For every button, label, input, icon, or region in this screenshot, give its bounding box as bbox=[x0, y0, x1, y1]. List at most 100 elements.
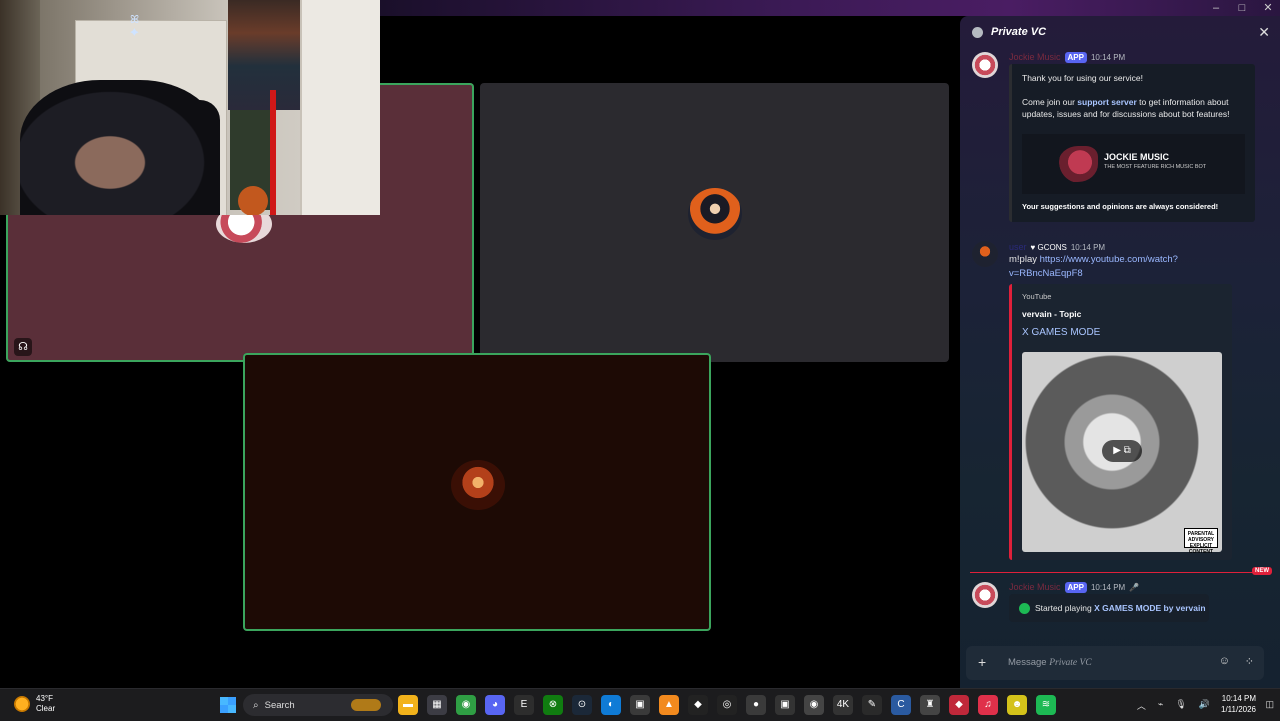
now-playing-card: Started playing X GAMES MODE by vervain bbox=[1009, 594, 1209, 622]
minecraft-icon[interactable]: ▣ bbox=[630, 695, 650, 715]
volume-icon[interactable]: 🔊 bbox=[1199, 699, 1210, 712]
store-icon[interactable]: ▦ bbox=[427, 695, 447, 715]
message: Jockie Music APP 10:14 PM 🎤 Started play… bbox=[960, 580, 1280, 630]
message-meta: Jockie Music APP 10:14 PM 🎤 bbox=[1009, 580, 1139, 594]
avatar[interactable] bbox=[972, 582, 998, 608]
timestamp: 10:14 PM bbox=[1090, 52, 1126, 62]
song-link[interactable]: X GAMES MODE by vervain bbox=[1094, 603, 1205, 613]
avatar[interactable] bbox=[972, 52, 998, 78]
mic-icon: 🎤 bbox=[1129, 582, 1140, 592]
message-meta: user ♥ GCONS 10:14 PM bbox=[1009, 240, 1105, 254]
jockie-logo-icon bbox=[1058, 146, 1098, 182]
maximize-button[interactable]: □ bbox=[1236, 0, 1248, 16]
steam-icon[interactable]: ⊙ bbox=[572, 695, 592, 715]
avatar bbox=[451, 460, 505, 510]
epic-icon[interactable]: E bbox=[514, 695, 534, 715]
app-c-icon[interactable]: ◉ bbox=[804, 695, 824, 715]
emoji-icon[interactable]: ☺ bbox=[1219, 655, 1230, 667]
voice-tile-streamer[interactable] bbox=[243, 353, 711, 631]
message-content: m!play https://www.youtube.com/watch?v=R… bbox=[1009, 254, 1178, 279]
now-playing-text: Started playing X GAMES MODE by vervain bbox=[1035, 603, 1206, 613]
guild-tag: ♥ GCONS bbox=[1030, 242, 1067, 252]
jockie-banner: JOCKIE MUSIC THE MOST FEATURE RICH MUSIC… bbox=[1022, 134, 1245, 194]
temperature: 43°F bbox=[36, 694, 53, 703]
youtube-embed: YouTube vervain - Topic X GAMES MODE ▶ ⧉… bbox=[1009, 284, 1232, 560]
video-thumbnail[interactable]: ▶ ⧉ PARENTAL ADVISORY EXPLICIT CONTENT bbox=[1022, 352, 1222, 555]
search-highlight-icon bbox=[351, 699, 381, 711]
embed-author[interactable]: vervain - Topic bbox=[1022, 309, 1081, 319]
taskbar-search[interactable]: ⌕ Search bbox=[243, 694, 393, 716]
parental-advisory-badge: PARENTAL ADVISORY EXPLICIT CONTENT bbox=[1184, 528, 1218, 555]
timestamp: 10:14 PM bbox=[1090, 582, 1126, 592]
app-d-icon[interactable]: ✎ bbox=[862, 695, 882, 715]
app-badge: APP bbox=[1064, 581, 1087, 593]
embed-provider: YouTube bbox=[1022, 292, 1052, 301]
edge-icon[interactable]: ◐ bbox=[601, 695, 621, 715]
clock[interactable]: 10:14 PM 1/11/2026 bbox=[1221, 693, 1256, 715]
window-controls: – □ ✕ bbox=[1210, 0, 1274, 16]
timestamp: 10:14 PM bbox=[1070, 242, 1106, 252]
chrome-icon[interactable]: ◉ bbox=[456, 695, 476, 715]
webcam-overlay: ꕤ ✦ bbox=[0, 0, 380, 215]
xbox-icon[interactable]: ⊗ bbox=[543, 695, 563, 715]
rec-icon[interactable]: ● bbox=[746, 695, 766, 715]
led-light bbox=[270, 90, 276, 215]
file-explorer-icon[interactable]: ▬ bbox=[398, 695, 418, 715]
app-badge: APP bbox=[1064, 51, 1087, 63]
embed-footer: Your suggestions and opinions are always… bbox=[1022, 202, 1219, 211]
channel-title: Private VC bbox=[991, 26, 1047, 38]
close-icon[interactable]: ✕ bbox=[1258, 24, 1270, 41]
new-badge: NEW bbox=[1252, 567, 1272, 575]
system-tray: ︿ ⌁ 🎙 🔊 bbox=[1137, 699, 1210, 712]
app-f-icon[interactable]: ◆ bbox=[949, 695, 969, 715]
message-composer[interactable]: + Message Private VC ☺ ⁘ bbox=[966, 646, 1264, 680]
avatar[interactable] bbox=[972, 241, 998, 267]
weather-condition: Clear bbox=[36, 704, 56, 713]
notification-icon[interactable]: ◫ bbox=[1265, 699, 1274, 710]
show-hidden-icons[interactable]: ︿ bbox=[1137, 699, 1146, 712]
title-strip bbox=[380, 0, 1280, 16]
spotify-icon bbox=[1019, 603, 1030, 614]
message-input[interactable]: Message Private VC bbox=[1008, 657, 1092, 668]
streamer bbox=[20, 80, 220, 215]
close-window-button[interactable]: ✕ bbox=[1262, 0, 1274, 16]
weather-widget[interactable]: 43°F Clear bbox=[14, 694, 55, 714]
embed-title[interactable]: X GAMES MODE bbox=[1022, 327, 1100, 338]
ccleaner-icon[interactable]: C bbox=[891, 695, 911, 715]
taskbar: 43°F Clear ⌕ Search ▬ ▦ ◉ ◕ E ⊗ ⊙ ◐ ▣ ▲ ◆ ◎ ● ▣ ◉ 4K ✎ C ♜… bbox=[0, 688, 1280, 721]
author-name[interactable]: Jockie Music bbox=[1009, 52, 1061, 62]
author-name[interactable]: Jockie Music bbox=[1009, 582, 1061, 592]
pinned-apps: ▬ ▦ ◉ ◕ E ⊗ ⊙ ◐ ▣ ▲ ◆ ◎ ● ▣ ◉ 4K ✎ C ♜ ◆ ♫ ☻ ≋ bbox=[398, 695, 1056, 715]
add-attachment-icon[interactable]: + bbox=[978, 654, 986, 670]
play-icon[interactable]: ▶ ⧉ bbox=[1102, 440, 1142, 462]
minimize-button[interactable]: – bbox=[1210, 0, 1222, 16]
support-server-link[interactable]: support server bbox=[1077, 97, 1137, 107]
app-b-icon[interactable]: ▣ bbox=[775, 695, 795, 715]
embed-text: Come join our support server to get info… bbox=[1022, 97, 1230, 119]
app-e-icon[interactable]: ♜ bbox=[920, 695, 940, 715]
time: 10:14 PM bbox=[1221, 694, 1256, 703]
apps-icon[interactable]: ⁘ bbox=[1245, 655, 1254, 668]
capcut-icon[interactable]: ◆ bbox=[688, 695, 708, 715]
new-messages-divider bbox=[970, 572, 1270, 573]
microphone-icon[interactable]: 🎙 bbox=[1175, 699, 1186, 712]
chat-header: Private VC ✕ bbox=[960, 16, 1280, 48]
banner-title: JOCKIE MUSIC bbox=[1104, 152, 1170, 162]
app-g-icon[interactable]: ☻ bbox=[1007, 695, 1027, 715]
spotify-icon[interactable]: ≋ bbox=[1036, 695, 1056, 715]
vlc-icon[interactable]: ▲ bbox=[659, 695, 679, 715]
obs-icon[interactable]: ◎ bbox=[717, 695, 737, 715]
music-icon[interactable]: ♫ bbox=[978, 695, 998, 715]
message: Jockie Music APP 10:14 PM Thank you for … bbox=[960, 50, 1280, 230]
date: 1/11/2026 bbox=[1221, 705, 1256, 714]
4k-icon[interactable]: 4K bbox=[833, 695, 853, 715]
search-label: Search bbox=[264, 699, 295, 711]
start-button[interactable] bbox=[220, 697, 236, 713]
discord-icon[interactable]: ◕ bbox=[485, 695, 505, 715]
avatar bbox=[688, 188, 742, 240]
author-name[interactable]: user bbox=[1009, 242, 1027, 252]
search-icon: ⌕ bbox=[253, 699, 259, 711]
headphones-icon[interactable]: ☊ bbox=[14, 338, 32, 356]
voice-tile-user[interactable] bbox=[480, 83, 949, 362]
network-icon[interactable]: ⌁ bbox=[1158, 699, 1163, 712]
